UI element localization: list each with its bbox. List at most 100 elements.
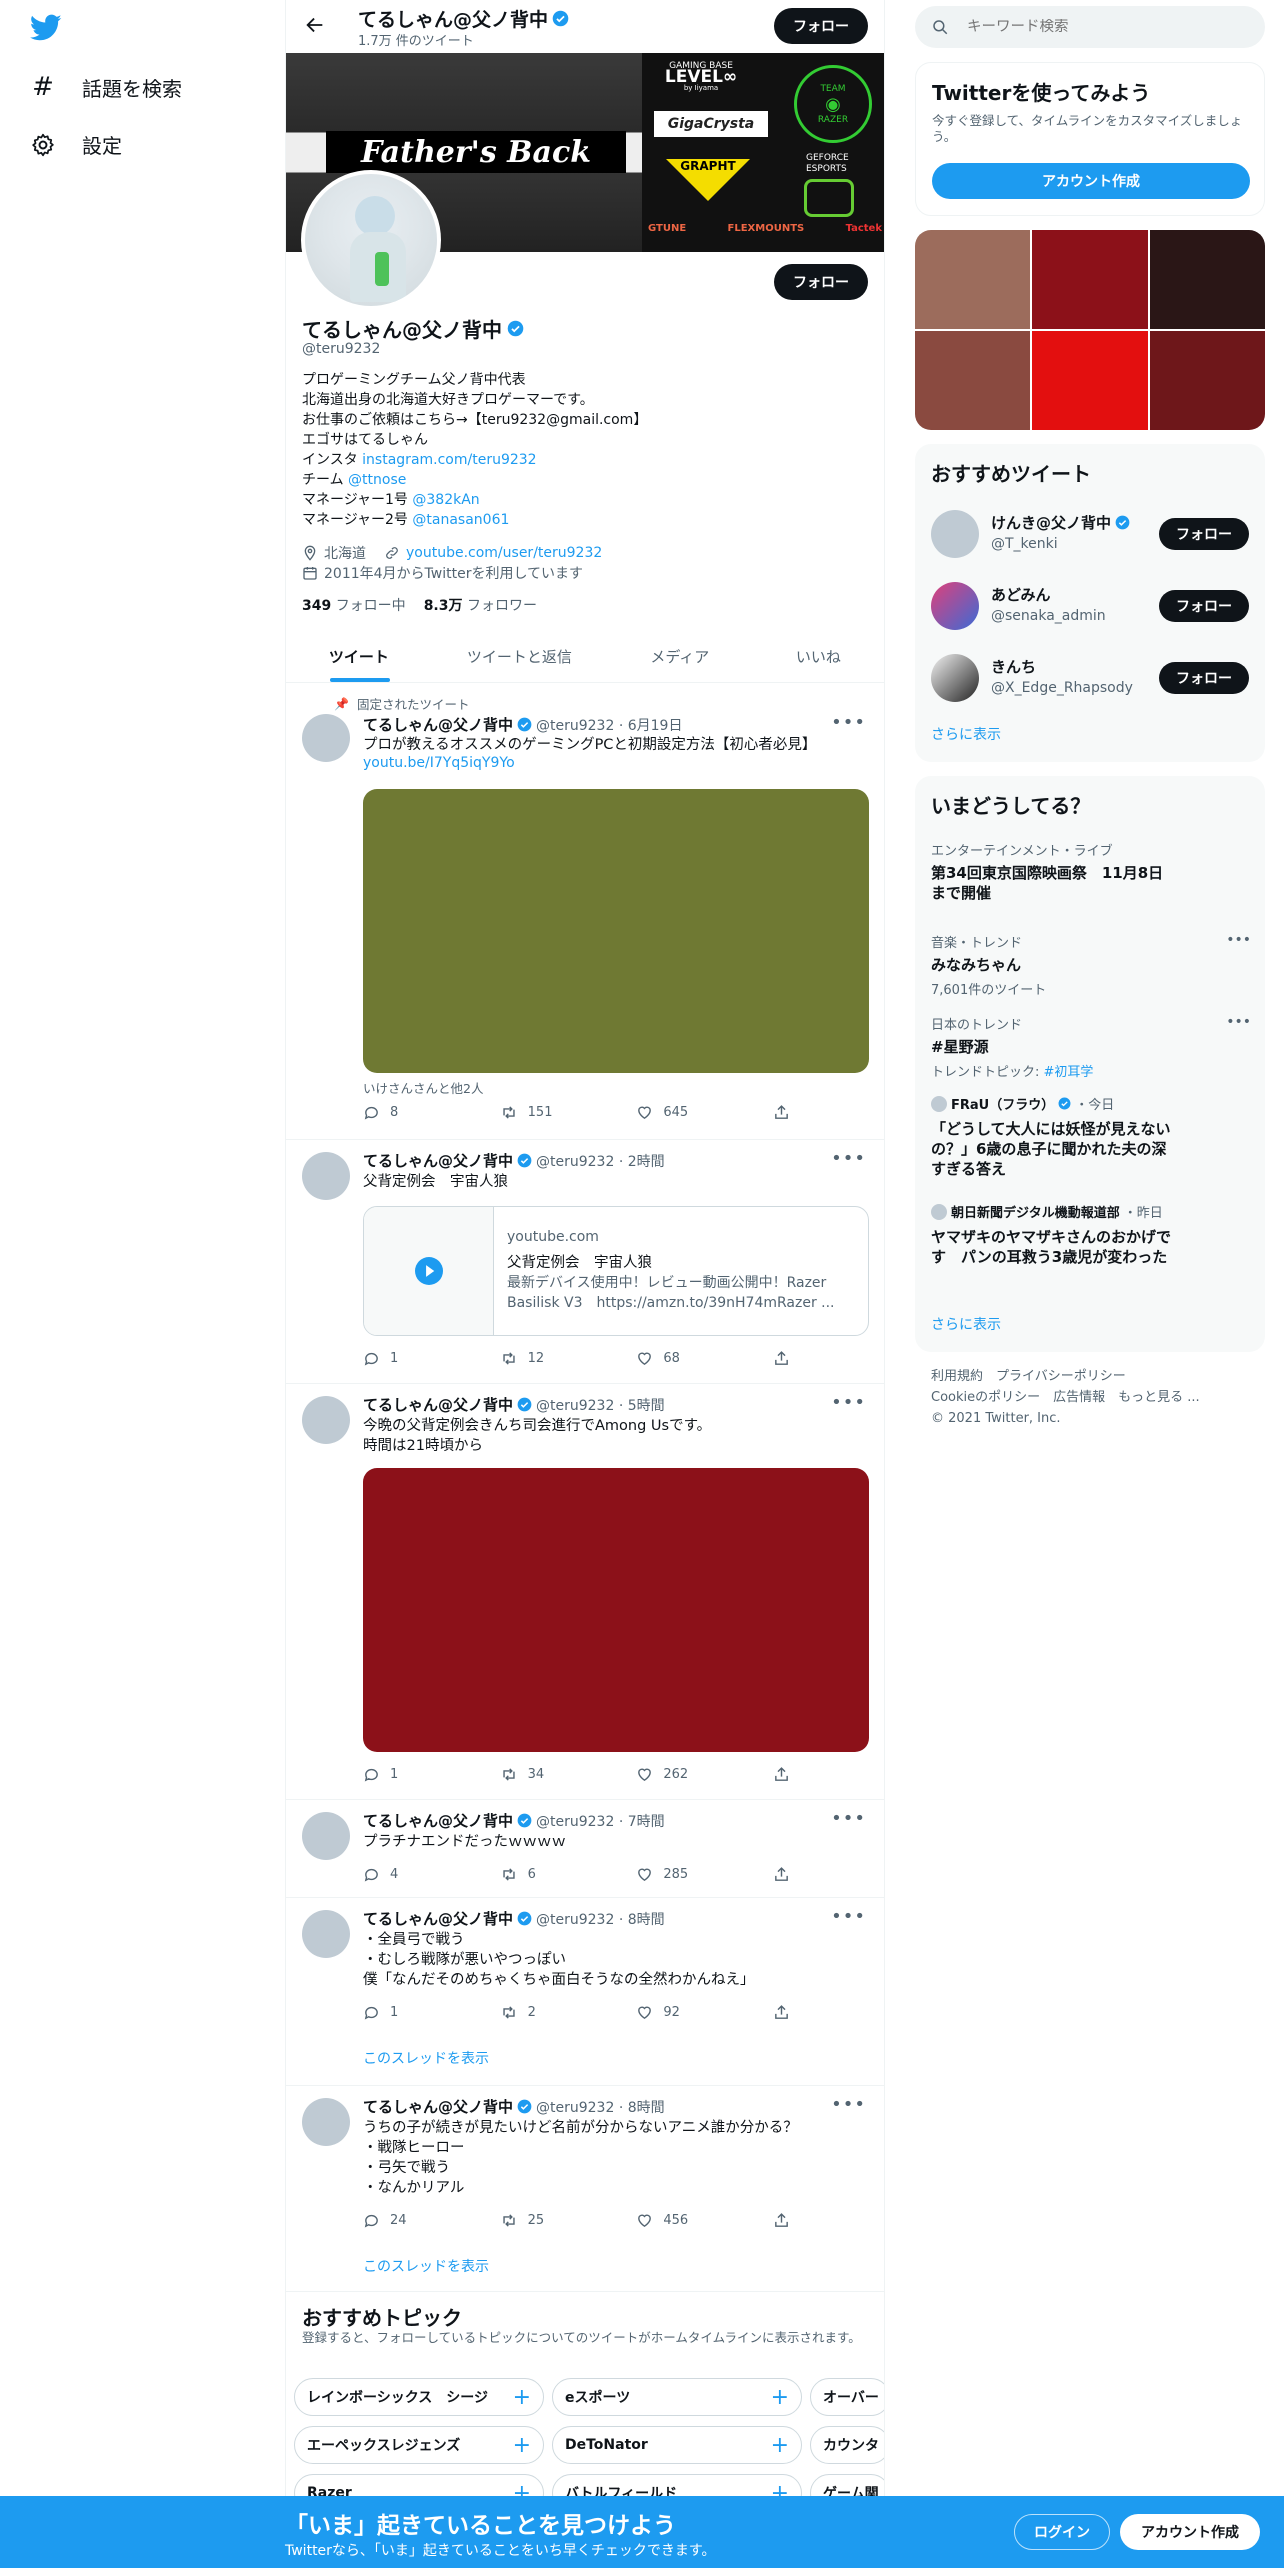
tweet-author[interactable]: てるしゃん@父ノ背中 (363, 714, 513, 735)
suggested-user[interactable]: あどみん @senaka_admin フォロー (915, 578, 1265, 638)
retweet-button[interactable]: 25 (500, 2212, 610, 2229)
share-button[interactable] (773, 2212, 793, 2229)
profile-follow-button[interactable]: フォロー (774, 264, 868, 300)
suggested-user[interactable]: きんち @X_Edge_Rhapsody フォロー (915, 650, 1265, 710)
nav-explore[interactable]: # 話題を検索 (30, 72, 182, 102)
avatar[interactable] (302, 714, 350, 762)
profile-avatar[interactable] (301, 170, 441, 310)
tweet-author[interactable]: てるしゃん@父ノ背中 (363, 1908, 513, 1929)
more-icon[interactable]: ••• (1226, 1014, 1251, 1030)
reply-button[interactable]: 1 (363, 1766, 473, 1783)
topic-chip[interactable]: DeToNator + (552, 2426, 802, 2464)
search-bar[interactable] (915, 6, 1265, 48)
avatar[interactable] (931, 510, 979, 558)
more-icon[interactable]: ••• (831, 712, 866, 733)
tweet-media[interactable] (363, 1468, 869, 1752)
media-thumbnail[interactable] (1032, 331, 1148, 430)
tweet-author[interactable]: てるしゃん@父ノ背中 (363, 1150, 513, 1171)
avatar[interactable] (302, 1812, 350, 1860)
avatar[interactable] (302, 2098, 350, 2146)
tweet-author[interactable]: てるしゃん@父ノ背中 (363, 1394, 513, 1415)
tweet[interactable]: てるしゃん@父ノ背中 @teru9232 · 8時間 ••• ・全員弓で戦う ・… (286, 1898, 884, 2086)
instagram-link[interactable]: instagram.com/teru9232 (362, 452, 536, 468)
tab-likes[interactable]: いいね (753, 630, 884, 682)
retweet-button[interactable]: 6 (500, 1866, 610, 1883)
like-button[interactable]: 285 (636, 1866, 746, 1883)
retweet-button[interactable]: 12 (500, 1350, 610, 1367)
topic-chip[interactable]: eスポーツ + (552, 2378, 802, 2416)
more-icon[interactable]: ••• (831, 1148, 866, 1169)
retweet-button[interactable]: 34 (500, 1766, 610, 1783)
follow-button[interactable]: フォロー (1159, 590, 1249, 622)
trend-item[interactable]: 日本のトレンド #星野源 トレンドトピック: #初耳学 ••• (931, 1014, 1251, 1080)
tab-tweets-replies[interactable]: ツイートと返信 (432, 630, 607, 682)
share-button[interactable] (773, 1766, 793, 1783)
team-link[interactable]: @ttnose (348, 472, 406, 488)
banner-signup-button[interactable]: アカウント作成 (1120, 2514, 1260, 2550)
header-follow-button[interactable]: フォロー (774, 8, 868, 44)
follow-button[interactable]: フォロー (1159, 662, 1249, 694)
more-icon[interactable]: ••• (831, 1392, 866, 1413)
trends-more[interactable]: さらに表示 (931, 1314, 1001, 1334)
like-button[interactable]: 92 (636, 2004, 746, 2021)
tweet[interactable]: 📌 固定されたツイート てるしゃん@父ノ背中 @teru9232 · 6月19日… (286, 684, 884, 1140)
trend-item[interactable]: 音楽・トレンド みなみちゃん 7,601件のツイート ••• (931, 932, 1251, 998)
show-thread-link[interactable]: このスレッドを表示 (363, 2048, 489, 2068)
tweet[interactable]: てるしゃん@父ノ背中 @teru9232 · 2時間 ••• 父背定例会 宇宙人… (286, 1140, 884, 1384)
tab-tweets[interactable]: ツイート (286, 630, 432, 682)
tab-media[interactable]: メディア (607, 630, 753, 682)
link-preview-card[interactable]: youtube.com 父背定例会 宇宙人狼 最新デバイス使用中！レビュー動画公… (363, 1206, 869, 1336)
tweet[interactable]: てるしゃん@父ノ背中 @teru9232 · 7時間 ••• プラチナエンドだっ… (286, 1800, 884, 1898)
trend-item[interactable]: エンターテインメント・ライブ 第34回東京国際映画祭 11月8日まで開催 (931, 840, 1251, 903)
share-button[interactable] (773, 1866, 793, 1883)
topic-chip[interactable]: オーバー (810, 2378, 884, 2416)
like-button[interactable]: 262 (636, 1766, 746, 1783)
share-button[interactable] (773, 1104, 793, 1121)
manager1-link[interactable]: @382kAn (412, 492, 479, 508)
reply-button[interactable]: 24 (363, 2212, 473, 2229)
following-stat[interactable]: 349 フォロー中 (302, 595, 406, 615)
like-button[interactable]: 456 (636, 2212, 746, 2229)
like-button[interactable]: 645 (636, 1104, 746, 1121)
create-account-button[interactable]: アカウント作成 (932, 163, 1250, 199)
twitter-logo-icon[interactable] (30, 14, 62, 42)
login-button[interactable]: ログイン (1014, 2514, 1110, 2550)
reply-button[interactable]: 4 (363, 1866, 473, 1883)
topic-chip[interactable]: エーペックスレジェンズ + (294, 2426, 544, 2464)
news-item[interactable]: 朝日新聞デジタル機動報道部 ・昨日 ヤマザキのヤマザキさんのおかげです パンの耳… (931, 1202, 1251, 1267)
followers-stat[interactable]: 8.3万 フォロワー (424, 595, 537, 615)
topic-chip[interactable]: カウンタ (810, 2426, 884, 2464)
more-icon[interactable]: ••• (1226, 932, 1251, 948)
news-item[interactable]: FRaU（フラウ） ・今日 「どうして大人には妖怪が見えないの？」6歳の息子に聞… (931, 1094, 1251, 1179)
nav-settings[interactable]: 設定 (30, 130, 122, 159)
reply-button[interactable]: 8 (363, 1104, 473, 1121)
avatar[interactable] (931, 582, 979, 630)
tweet[interactable]: てるしゃん@父ノ背中 @teru9232 · 5時間 ••• 今晩の父背定例会き… (286, 1384, 884, 1800)
show-thread-link[interactable]: このスレッドを表示 (363, 2256, 489, 2276)
avatar[interactable] (302, 1152, 350, 1200)
more-icon[interactable]: ••• (831, 1808, 866, 1829)
retweet-button[interactable]: 151 (500, 1104, 610, 1121)
avatar[interactable] (302, 1910, 350, 1958)
follow-button[interactable]: フォロー (1159, 518, 1249, 550)
media-thumbnail[interactable] (915, 230, 1031, 329)
more-icon[interactable]: ••• (831, 2094, 866, 2115)
tweet[interactable]: てるしゃん@父ノ背中 @teru9232 · 8時間 ••• うちの子が続きが見… (286, 2086, 884, 2292)
avatar[interactable] (302, 1396, 350, 1444)
back-arrow-icon[interactable] (304, 14, 326, 36)
search-input[interactable] (967, 19, 1247, 35)
tweet-author[interactable]: てるしゃん@父ノ背中 (363, 2096, 513, 2117)
who-to-follow-more[interactable]: さらに表示 (931, 724, 1001, 744)
media-thumbnail[interactable] (1149, 331, 1265, 430)
share-button[interactable] (773, 1350, 793, 1367)
footer-line[interactable]: Cookieのポリシー 広告情報 もっと見る ... (931, 1387, 1200, 1408)
trend-topic-link[interactable]: #初耳学 (1044, 1065, 1094, 1080)
profile-website-link[interactable]: youtube.com/user/teru9232 (406, 545, 602, 561)
reply-button[interactable]: 1 (363, 2004, 473, 2021)
like-button[interactable]: 68 (636, 1350, 746, 1367)
footer-line[interactable]: 利用規約 プライバシーポリシー (931, 1366, 1200, 1387)
avatar[interactable] (931, 654, 979, 702)
media-thumbnail[interactable] (1032, 230, 1148, 329)
manager2-link[interactable]: @tanasan061 (412, 512, 509, 528)
tweet-link[interactable]: youtu.be/I7Yq5iqY9Yo (363, 755, 515, 771)
